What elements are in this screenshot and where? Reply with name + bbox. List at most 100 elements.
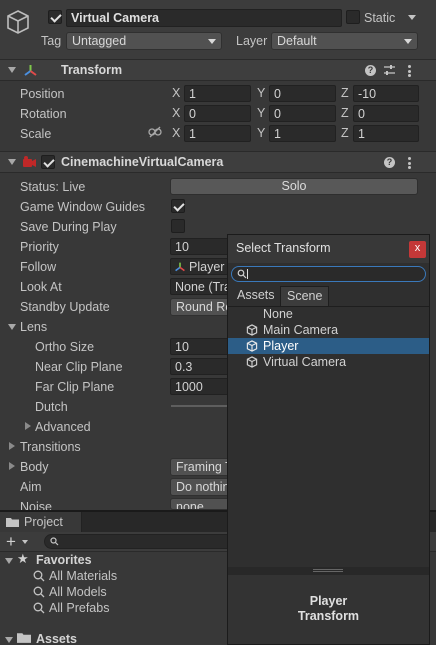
assets-label[interactable]: Assets (36, 632, 77, 645)
popup-search-input[interactable] (231, 266, 426, 282)
near-clip-field[interactable]: 0.3 (170, 358, 232, 375)
transitions-label[interactable]: Transitions (20, 440, 81, 454)
scale-y-axis-label[interactable]: Y (257, 126, 265, 140)
position-z-field[interactable]: -10 (353, 85, 419, 102)
scale-x-axis-label[interactable]: X (172, 126, 180, 140)
layer-value: Default (277, 34, 317, 48)
rotation-label: Rotation (20, 107, 67, 121)
preview-splitter[interactable] (228, 567, 429, 575)
aim-label: Aim (20, 480, 42, 494)
follow-field[interactable]: Player (170, 258, 232, 275)
assets-foldout-arrow-icon[interactable] (5, 637, 13, 643)
position-x-axis-label[interactable]: X (172, 86, 180, 100)
foldout-arrow-icon[interactable] (8, 159, 16, 165)
position-z-axis-label[interactable]: Z (341, 86, 349, 100)
game-window-guides-checkbox[interactable] (171, 199, 185, 213)
list-item-virtual-camera[interactable]: Virtual Camera (228, 354, 429, 370)
save-during-play-label: Save During Play (20, 220, 117, 234)
preset-sliders-icon[interactable] (383, 64, 396, 77)
scale-y-field[interactable]: 1 (269, 125, 336, 142)
constrain-proportions-link-icon[interactable] (148, 126, 162, 138)
list-item-label: None (263, 307, 293, 321)
far-clip-label: Far Clip Plane (35, 380, 115, 394)
object-name-field[interactable]: Virtual Camera (66, 9, 342, 27)
splitter-grip-icon (313, 569, 343, 572)
favorite-all-prefabs[interactable]: All Prefabs (49, 601, 109, 615)
favorite-all-materials[interactable]: All Materials (49, 569, 117, 583)
rotation-z-axis-label[interactable]: Z (341, 106, 349, 120)
body-dropdown[interactable]: Framing T (170, 458, 232, 476)
favorites-foldout-arrow-icon[interactable] (5, 558, 13, 564)
list-item-none[interactable]: None (228, 306, 429, 322)
dutch-slider-track[interactable] (171, 405, 231, 407)
follow-value: Player (189, 260, 225, 274)
transitions-foldout-arrow-icon[interactable] (9, 442, 15, 450)
noise-dropdown[interactable]: none (170, 498, 232, 510)
create-dropdown-arrow-icon[interactable] (22, 540, 28, 544)
vcam-enabled-checkbox[interactable] (41, 155, 55, 169)
static-label: Static (364, 11, 396, 25)
foldout-arrow-icon[interactable] (8, 67, 16, 73)
noise-label: Noise (20, 500, 52, 510)
favorite-all-models[interactable]: All Models (49, 585, 107, 599)
lens-label[interactable]: Lens (20, 320, 47, 334)
favorites-label[interactable]: Favorites (36, 553, 92, 567)
standby-update-dropdown[interactable]: Round Ro (170, 298, 232, 316)
popup-title: Select Transform (236, 241, 331, 255)
help-icon[interactable]: ? (384, 157, 395, 168)
position-x-field[interactable]: 1 (184, 85, 251, 102)
ortho-size-field[interactable]: 10 (170, 338, 232, 355)
tag-dropdown[interactable]: Untagged (66, 32, 222, 50)
dutch-label: Dutch (35, 400, 68, 414)
lens-foldout-arrow-icon[interactable] (8, 324, 16, 330)
help-icon[interactable]: ? (365, 65, 376, 76)
look-at-label: Look At (20, 280, 62, 294)
rotation-x-field[interactable]: 0 (184, 105, 251, 122)
body-label[interactable]: Body (20, 460, 49, 474)
context-menu-icon[interactable] (408, 157, 411, 169)
advanced-foldout-arrow-icon[interactable] (25, 422, 31, 430)
priority-label: Priority (20, 240, 59, 254)
active-toggle-checkbox[interactable] (48, 10, 62, 24)
position-y-axis-label[interactable]: Y (257, 86, 265, 100)
folder-icon (17, 633, 31, 643)
transform-header[interactable]: Transform ? (0, 59, 436, 81)
far-clip-field[interactable]: 1000 (170, 378, 232, 395)
position-y-field[interactable]: 0 (269, 85, 336, 102)
follow-label: Follow (20, 260, 57, 274)
vcam-header[interactable]: CinemachineVirtualCamera ? (0, 151, 436, 173)
static-checkbox[interactable] (346, 10, 360, 24)
static-dropdown-arrow-icon[interactable] (408, 15, 416, 20)
layer-dropdown[interactable]: Default (271, 32, 418, 50)
gameobject-cube-icon (246, 356, 258, 368)
popup-title-bar[interactable]: Select Transform x (228, 235, 429, 263)
near-clip-label: Near Clip Plane (35, 360, 123, 374)
rotation-y-field[interactable]: 0 (269, 105, 336, 122)
project-search-input[interactable] (44, 534, 234, 549)
rotation-y-axis-label[interactable]: Y (257, 106, 265, 120)
list-item-player[interactable]: Player (228, 338, 429, 354)
project-tab[interactable]: Project (0, 512, 82, 532)
gameobject-cube-icon (7, 10, 29, 34)
look-at-field[interactable]: None (Tra (170, 278, 232, 295)
aim-dropdown[interactable]: Do nothin (170, 478, 232, 496)
popup-close-button[interactable]: x (409, 241, 426, 258)
list-item-main-camera[interactable]: Main Camera (228, 322, 429, 338)
rotation-x-axis-label[interactable]: X (172, 106, 180, 120)
popup-tab-assets[interactable]: Assets (231, 286, 281, 306)
context-menu-icon[interactable] (408, 65, 411, 77)
select-transform-popup: Select Transform x Assets Scene None Mai… (227, 234, 430, 645)
solo-button[interactable]: Solo (170, 178, 418, 195)
priority-field[interactable]: 10 (170, 238, 232, 255)
popup-tab-scene[interactable]: Scene (280, 286, 330, 306)
save-during-play-checkbox[interactable] (171, 219, 185, 233)
scale-z-axis-label[interactable]: Z (341, 126, 349, 140)
star-icon: ★ (17, 551, 29, 566)
body-foldout-arrow-icon[interactable] (9, 462, 15, 470)
scale-z-field[interactable]: 1 (353, 125, 419, 142)
rotation-z-field[interactable]: 0 (353, 105, 419, 122)
scale-x-field[interactable]: 1 (184, 125, 251, 142)
advanced-label[interactable]: Advanced (35, 420, 91, 434)
create-plus-icon[interactable]: + (6, 532, 16, 552)
tag-label: Tag (41, 34, 62, 48)
